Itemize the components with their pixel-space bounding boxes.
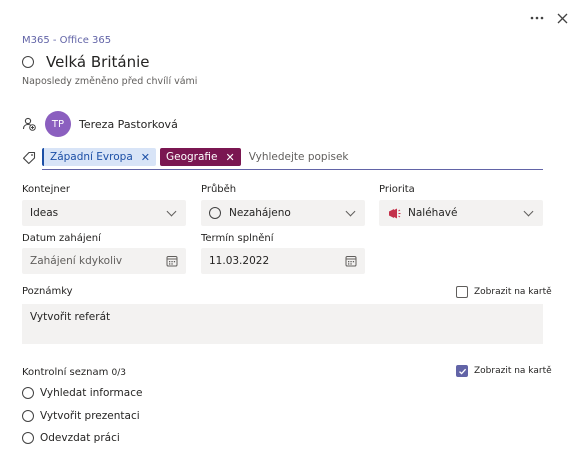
checklist-item-circle[interactable] xyxy=(22,432,34,444)
checklist-header: Kontrolní seznam 0/3 xyxy=(22,367,126,378)
calendar-icon xyxy=(345,255,357,267)
checklist-item[interactable]: Odevzdat práci xyxy=(22,432,120,444)
assignee-row: TP Tereza Pastorková xyxy=(22,110,178,138)
close-button[interactable] xyxy=(553,9,571,27)
checklist-item[interactable]: Vyhledat informace xyxy=(22,387,142,399)
label-search-input[interactable] xyxy=(244,151,543,163)
label-tag-geography[interactable]: Geografie ✕ xyxy=(159,148,241,166)
checklist-show-on-card-label: Zobrazit na kartě xyxy=(474,366,552,376)
start-date-label: Datum zahájení xyxy=(22,233,101,244)
calendar-icon xyxy=(166,255,178,267)
checklist-item-circle[interactable] xyxy=(22,410,34,422)
task-title-row: Velká Británie xyxy=(22,53,149,71)
checklist-show-on-card[interactable]: Zobrazit na kartě xyxy=(456,365,552,377)
due-date-value: 11.03.2022 xyxy=(209,255,270,267)
assignee-name[interactable]: Tereza Pastorková xyxy=(79,118,178,131)
ellipsis-icon xyxy=(530,16,544,20)
container-label: Kontejner xyxy=(22,184,70,195)
progress-value: Nezahájeno xyxy=(229,207,291,219)
checklist-item-text[interactable]: Vytvořit prezentaci xyxy=(40,410,140,422)
due-date-picker[interactable]: 11.03.2022 xyxy=(201,248,365,274)
notes-textarea[interactable]: Vytvořit referát xyxy=(22,304,543,344)
checklist-label: Kontrolní seznam xyxy=(22,367,109,378)
breadcrumb[interactable]: M365 - Office 365 xyxy=(22,35,111,46)
avatar[interactable]: TP xyxy=(45,111,71,137)
container-value: Ideas xyxy=(30,207,59,219)
more-options-button[interactable] xyxy=(528,10,546,26)
remove-label-icon[interactable]: ✕ xyxy=(141,151,150,164)
assign-person-icon[interactable] xyxy=(22,117,36,131)
priority-dropdown[interactable]: Naléhavé xyxy=(379,200,543,226)
priority-label: Priorita xyxy=(379,184,415,195)
checklist-item-text[interactable]: Odevzdat práci xyxy=(40,432,120,444)
progress-label: Průběh xyxy=(201,184,237,195)
start-date-picker[interactable]: Zahájení kdykoliv xyxy=(22,248,186,274)
notes-label: Poznámky xyxy=(22,286,73,297)
last-modified-text: Naposledy změněno před chvílí vámi xyxy=(22,76,198,87)
chevron-down-icon xyxy=(345,206,356,216)
close-icon xyxy=(557,13,567,23)
start-date-value: Zahájení kdykoliv xyxy=(30,255,123,267)
task-title[interactable]: Velká Británie xyxy=(46,53,149,71)
checklist-item-circle[interactable] xyxy=(22,387,34,399)
checklist-show-on-card-checkbox[interactable] xyxy=(456,365,468,377)
tag-icon xyxy=(22,150,36,169)
progress-dropdown[interactable]: Nezahájeno xyxy=(201,200,365,226)
checklist-item[interactable]: Vytvořit prezentaci xyxy=(22,410,140,422)
notes-show-on-card[interactable]: Zobrazit na kartě xyxy=(456,286,552,298)
due-date-label: Termín splnění xyxy=(201,233,274,244)
container-dropdown[interactable]: Ideas xyxy=(22,200,186,226)
checklist-count: 0/3 xyxy=(111,368,127,378)
labels-field: Západní Evropa ✕ Geografie ✕ xyxy=(42,145,543,170)
notes-show-on-card-label: Zobrazit na kartě xyxy=(474,287,552,297)
labels-row: Západní Evropa ✕ Geografie ✕ xyxy=(22,145,543,170)
not-started-icon xyxy=(209,207,221,219)
urgent-priority-icon xyxy=(387,207,401,220)
checkmark-icon xyxy=(458,368,466,375)
priority-value: Naléhavé xyxy=(408,207,458,219)
chevron-down-icon xyxy=(166,206,177,216)
remove-label-icon[interactable]: ✕ xyxy=(226,151,235,164)
chevron-down-icon xyxy=(523,206,534,216)
checklist-item-text[interactable]: Vyhledat informace xyxy=(40,387,142,399)
label-tag-text: Západní Evropa xyxy=(50,151,133,163)
notes-show-on-card-checkbox[interactable] xyxy=(456,286,468,298)
label-tag-western-europe[interactable]: Západní Evropa ✕ xyxy=(42,148,156,166)
label-tag-text: Geografie xyxy=(165,151,218,163)
complete-task-circle[interactable] xyxy=(22,56,34,68)
